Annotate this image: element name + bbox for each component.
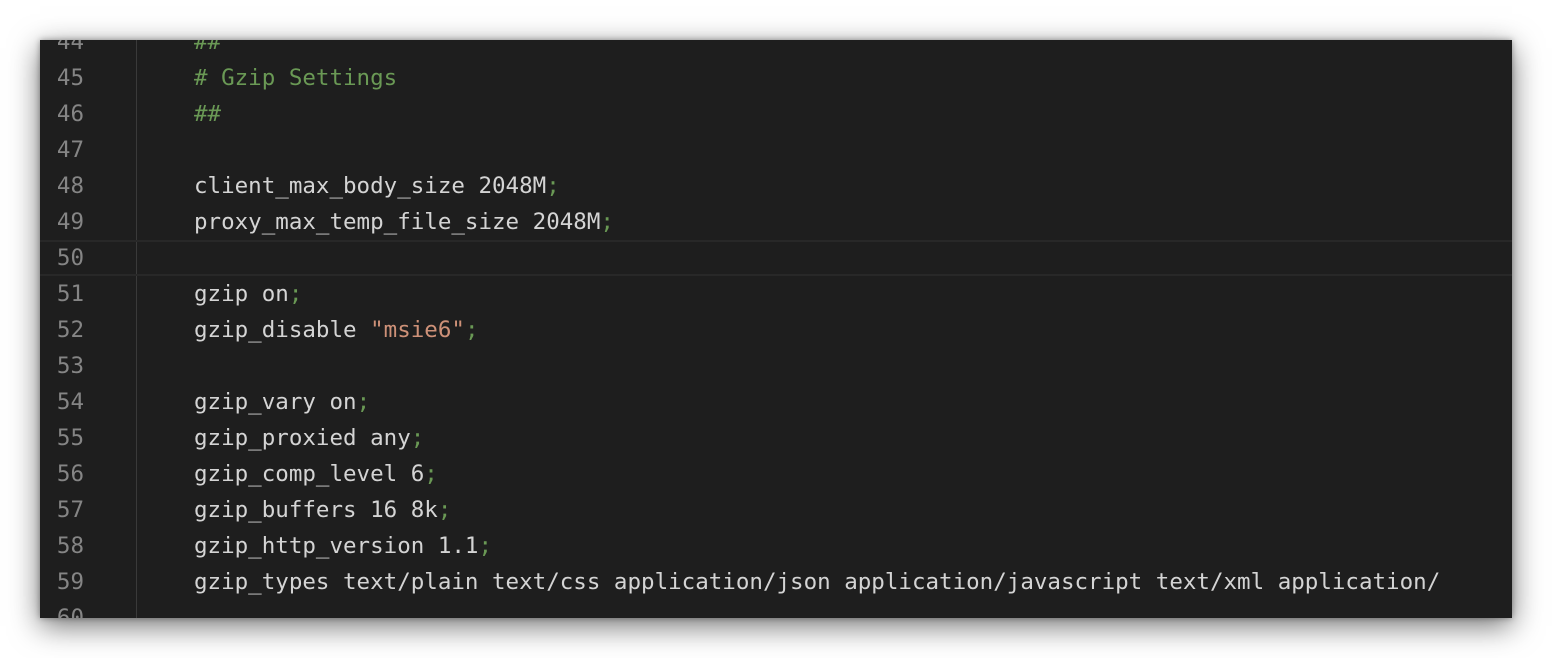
code-token-text: gzip_disable xyxy=(194,317,371,343)
code-token-punct: ; xyxy=(356,389,371,415)
code-line[interactable]: 49 proxy_max_temp_file_size 2048M; xyxy=(40,204,1512,240)
line-number: 48 xyxy=(56,173,84,199)
code-token-text: proxy_max_temp_file_size 2048M xyxy=(194,209,601,235)
code-line[interactable]: 48 client_max_body_size 2048M; xyxy=(40,168,1512,204)
code-line[interactable]: 51 gzip on; xyxy=(40,276,1512,312)
code-token-punct: ; xyxy=(410,425,425,451)
line-number: 56 xyxy=(56,461,84,487)
code-token-text: gzip_types text/plain text/css applicati… xyxy=(194,569,1441,595)
line-code[interactable]: ## xyxy=(194,96,221,132)
code-token-punct: ; xyxy=(288,281,303,307)
code-line[interactable]: 56 gzip_comp_level 6; xyxy=(40,456,1512,492)
line-number: 45 xyxy=(56,65,84,91)
code-line[interactable]: 47 xyxy=(40,132,1512,168)
code-token-punct: ; xyxy=(600,209,614,235)
code-line[interactable]: 57 gzip_buffers 16 8k; xyxy=(40,492,1512,528)
code-token-text: gzip_vary on xyxy=(194,389,357,415)
code-token-punct: ; xyxy=(546,173,560,199)
code-token-comment: # Gzip Settings xyxy=(194,65,398,91)
code-token-punct: ; xyxy=(437,497,452,523)
line-number: 47 xyxy=(56,137,84,163)
line-number: 52 xyxy=(56,317,84,343)
line-number: 57 xyxy=(56,497,84,523)
line-number: 49 xyxy=(56,209,84,235)
code-token-text: gzip_proxied any xyxy=(194,425,411,451)
code-editor[interactable]: 44 ## 45 # Gzip Settings 46 ## 47 48 client_max_… xyxy=(40,40,1512,618)
code-line[interactable]: 44 ## xyxy=(40,40,1512,60)
code-token-punct: ; xyxy=(424,461,438,487)
code-token-punct: ; xyxy=(478,533,493,559)
code-token-text: client_max_body_size 2048M xyxy=(194,173,547,199)
code-token-text: gzip_buffers 16 8k xyxy=(194,497,438,523)
line-code[interactable]: gzip_disable "msie6"; xyxy=(194,312,478,348)
line-number: 46 xyxy=(56,101,84,127)
line-code[interactable]: # Gzip Settings xyxy=(194,60,397,96)
code-line[interactable]: 58 gzip_http_version 1.1; xyxy=(40,528,1512,564)
code-token-string: "msie6" xyxy=(370,317,465,343)
line-code[interactable]: gzip_proxied any; xyxy=(194,420,424,456)
line-number: 58 xyxy=(56,533,84,559)
line-code[interactable]: gzip_comp_level 6; xyxy=(194,456,438,492)
code-line[interactable]: 54 gzip_vary on; xyxy=(40,384,1512,420)
line-code[interactable]: gzip_buffers 16 8k; xyxy=(194,492,451,528)
line-number: 51 xyxy=(56,281,84,307)
code-line[interactable]: 52 gzip_disable "msie6"; xyxy=(40,312,1512,348)
code-line[interactable]: 50 xyxy=(40,240,1512,276)
line-number: 50 xyxy=(56,245,84,271)
line-code[interactable]: proxy_max_temp_file_size 2048M; xyxy=(194,204,614,240)
line-code[interactable]: gzip_types text/plain text/css applicati… xyxy=(194,564,1440,600)
code-line[interactable]: 53 xyxy=(40,348,1512,384)
code-line[interactable]: 59 gzip_types text/plain text/css applica… xyxy=(40,564,1512,600)
code-token-punct: ; xyxy=(464,317,479,343)
line-code[interactable]: client_max_body_size 2048M; xyxy=(194,168,560,204)
code-line[interactable]: 60 xyxy=(40,600,1512,618)
code-token-text: gzip_comp_level 6 xyxy=(194,461,425,487)
line-code[interactable]: gzip_http_version 1.1; xyxy=(194,528,492,564)
code-line[interactable]: 55 gzip_proxied any; xyxy=(40,420,1512,456)
line-code[interactable]: gzip_vary on; xyxy=(194,384,370,420)
line-number: 44 xyxy=(56,40,84,55)
code-token-comment: ## xyxy=(194,40,222,55)
code-line[interactable]: 46 ## xyxy=(40,96,1512,132)
line-number: 60 xyxy=(56,605,84,618)
line-number: 59 xyxy=(56,569,84,595)
code-token-text: gzip on xyxy=(194,281,289,307)
line-code[interactable]: gzip on; xyxy=(194,276,302,312)
code-token-comment: ## xyxy=(194,101,222,127)
line-number: 54 xyxy=(56,389,84,415)
line-number: 53 xyxy=(56,353,84,379)
line-code[interactable]: ## xyxy=(194,40,221,60)
line-number: 55 xyxy=(56,425,84,451)
code-token-text: gzip_http_version 1.1 xyxy=(194,533,479,559)
code-line[interactable]: 45 # Gzip Settings xyxy=(40,60,1512,96)
